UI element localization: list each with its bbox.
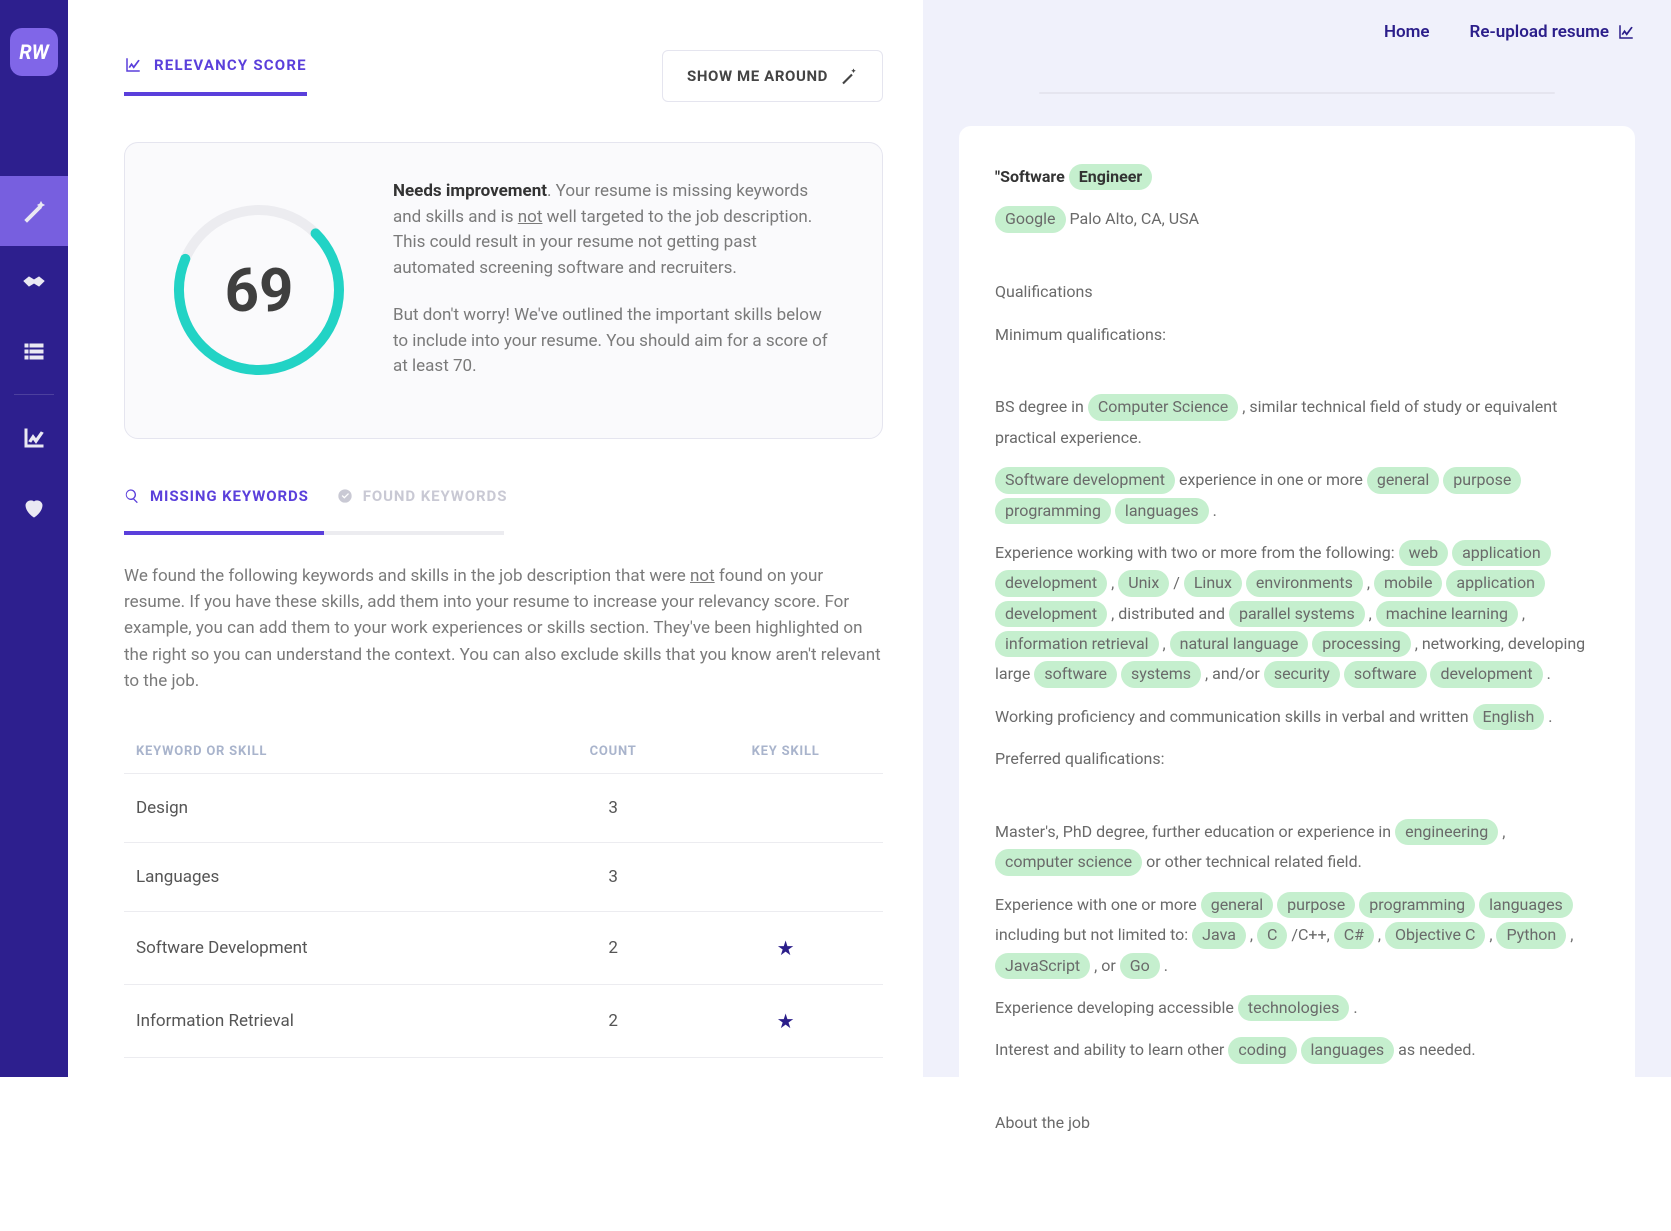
cell-keyword: Languages [124,843,538,912]
logo: RW [10,28,58,76]
cell-keyword: Web [124,1058,538,1077]
cell-count: 3 [538,843,688,912]
jd-experience-two-or-more: Experience working with two or more from… [995,538,1599,690]
nav-divider [14,394,54,395]
nav-item-handshake[interactable] [0,246,68,316]
cell-count: 2 [538,912,688,985]
jd-software-dev: Software development experience in one o… [995,465,1599,526]
jd-pref-degree: Master's, PhD degree, further education … [995,817,1599,878]
cell-key-skill [688,774,883,843]
table-row[interactable]: Web2★ [124,1058,883,1077]
jd-company: Google Palo Alto, CA, USA [995,204,1599,234]
tab-changes[interactable]: CHANGES [1398,93,1554,94]
tab-job-description[interactable]: JOB DESCRIPTION [1040,93,1232,94]
star-icon: ★ [777,936,795,960]
tab-missing-keywords[interactable]: MISSING KEYWORDS [124,487,309,519]
cell-keyword: Software Development [124,912,538,985]
keywords-table: KEYWORD OR SKILL COUNT KEY SKILL Design3… [124,730,883,1077]
jd-section-preferred: Preferred qualifications: [995,744,1599,774]
nav-item-wand[interactable] [0,176,68,246]
nav-item-list[interactable] [0,316,68,386]
cell-key-skill: ★ [688,912,883,985]
cell-keyword: Design [124,774,538,843]
tab-found-keywords[interactable]: FOUND KEYWORDS [337,487,508,519]
table-row[interactable]: Design3 [124,774,883,843]
home-link[interactable]: Home [1384,22,1430,42]
list-icon [22,339,46,363]
cell-count: 2 [538,1058,688,1077]
search-icon [124,488,140,504]
cell-count: 3 [538,774,688,843]
top-bar: Home Re-upload resume [923,0,1671,42]
heart-icon [22,496,46,520]
col-keyword: KEYWORD OR SKILL [124,730,538,774]
show-me-around-button[interactable]: SHOW ME AROUND [662,50,883,102]
table-row[interactable]: Languages3 [124,843,883,912]
nav-item-chart[interactable] [0,403,68,473]
main-panel: RELEVANCY SCORE SHOW ME AROUND 69 Needs … [68,0,923,1077]
wand-icon [22,199,46,223]
col-count: COUNT [538,730,688,774]
cell-key-skill: ★ [688,1058,883,1077]
panel-tabs: JOB DESCRIPTION YOUR RESUME CHANGES [1039,92,1556,94]
score-value: 69 [169,200,349,380]
cell-keyword: Information Retrieval [124,985,538,1058]
score-card: 69 Needs improvement. Your resume is mis… [124,142,883,439]
score-description: Needs improvement. Your resume is missin… [393,179,838,402]
handshake-icon [22,269,46,293]
jd-pref-languages: Experience with one or more general purp… [995,890,1599,981]
table-row[interactable]: Information Retrieval2 ★ [124,985,883,1058]
jd-title: "Software Engineer [995,162,1599,192]
job-description-card: "Software Engineer Google Palo Alto, CA,… [959,126,1635,1231]
right-panel: Home Re-upload resume JOB DESCRIPTION YO… [923,0,1671,1077]
cell-key-skill [688,843,883,912]
jd-english: Working proficiency and communication sk… [995,702,1599,732]
jd-pref-learn: Interest and ability to learn other codi… [995,1035,1599,1065]
col-key-skill: KEY SKILL [688,730,883,774]
jd-section-about: About the job [995,1108,1599,1138]
wand-icon [840,67,858,85]
chart-line-icon [1617,23,1635,41]
cell-count: 2 [538,985,688,1058]
check-circle-icon [337,488,353,504]
nav-item-heart[interactable] [0,473,68,543]
table-row[interactable]: Software Development2 ★ [124,912,883,985]
jd-section-qualifications: Qualifications [995,277,1599,307]
jd-bs-degree: BS degree in Computer Science , similar … [995,392,1599,453]
relevancy-score-heading: RELEVANCY SCORE [124,56,307,96]
chart-line-icon [22,426,46,450]
side-nav: RW [0,0,68,1077]
cell-key-skill: ★ [688,985,883,1058]
tab-your-resume[interactable]: YOUR RESUME [1232,93,1398,94]
jd-pref-accessible: Experience developing accessible technol… [995,993,1599,1023]
star-icon: ★ [777,1009,795,1033]
jd-section-min-qualifications: Minimum qualifications: [995,320,1599,350]
missing-keywords-description: We found the following keywords and skil… [124,563,883,695]
score-ring: 69 [169,200,349,380]
reupload-resume-link[interactable]: Re-upload resume [1470,22,1635,42]
chart-line-icon [124,56,142,74]
